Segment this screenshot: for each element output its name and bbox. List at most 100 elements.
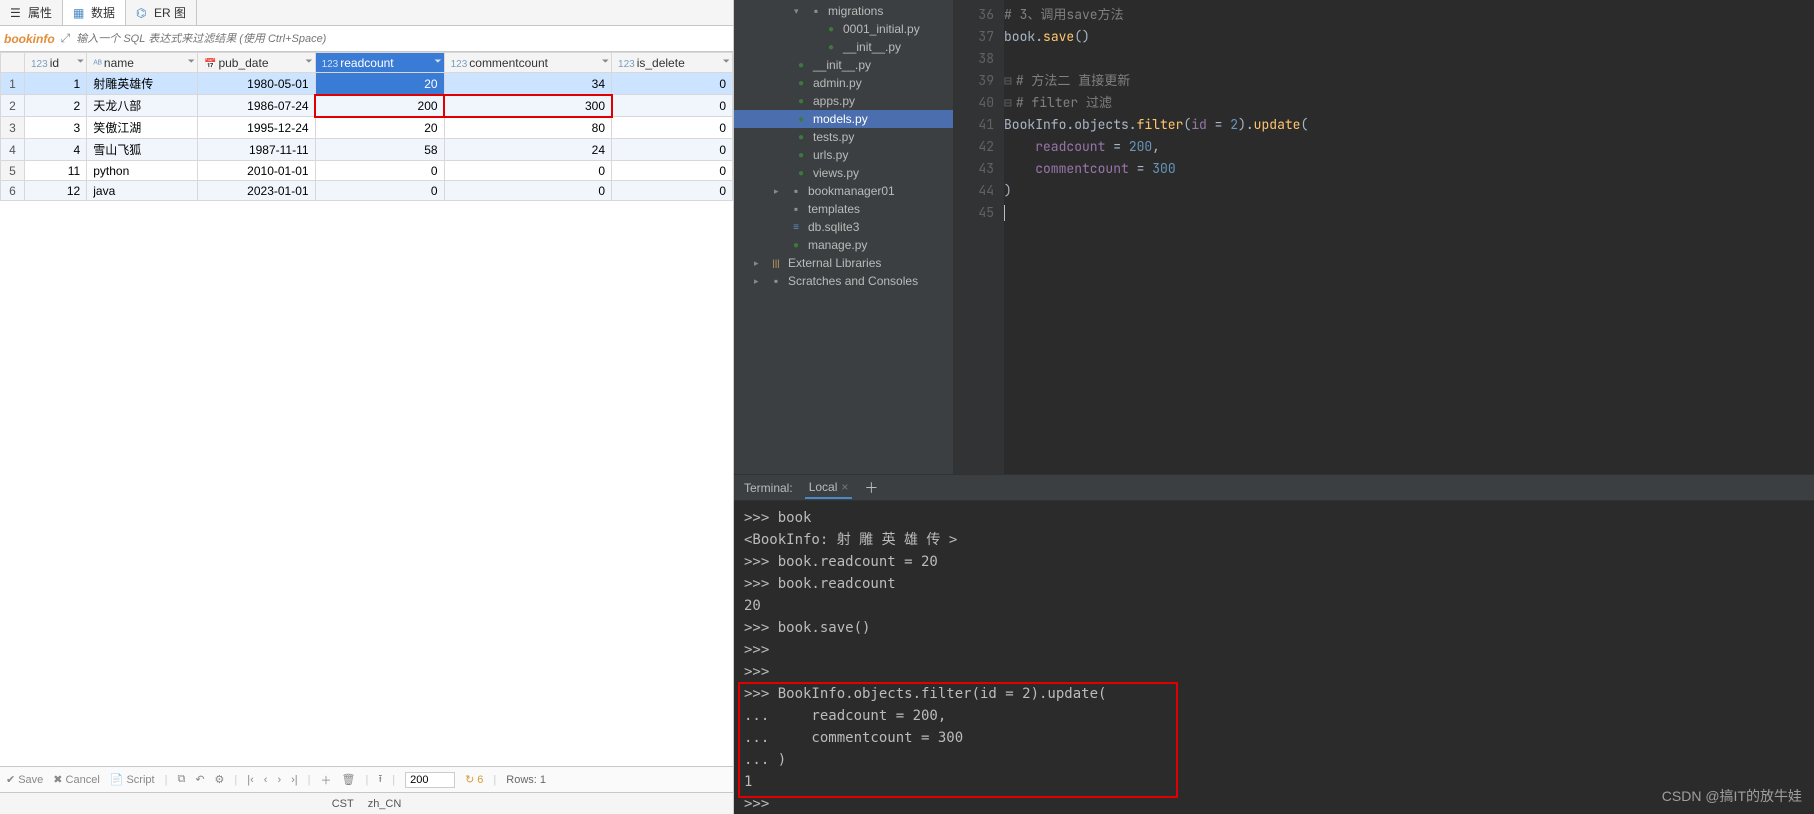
cell-pubdate[interactable]: 2023-01-01 xyxy=(197,181,315,201)
tree-file[interactable]: urls.py xyxy=(734,146,953,164)
col-pubdate[interactable]: 📅pub_date⏷ xyxy=(197,53,315,73)
export-icon[interactable]: ⭱ xyxy=(378,770,382,789)
tree-file[interactable]: apps.py xyxy=(734,92,953,110)
filter-icon[interactable]: ⏷ xyxy=(602,56,609,67)
cell-commentcount[interactable]: 80 xyxy=(444,117,611,139)
rownum-cell[interactable]: 3 xyxy=(1,117,25,139)
next-icon[interactable]: › xyxy=(277,774,281,786)
cell-isdelete[interactable]: 0 xyxy=(612,161,733,181)
cell-value-input[interactable] xyxy=(405,772,455,788)
rownum-cell[interactable]: 5 xyxy=(1,161,25,181)
prev-icon[interactable]: ‹ xyxy=(264,774,268,786)
cell-commentcount[interactable]: 0 xyxy=(444,161,611,181)
cell-readcount[interactable]: 20 xyxy=(315,117,444,139)
cell-id[interactable]: 3 xyxy=(25,117,87,139)
cell-id[interactable]: 2 xyxy=(25,95,87,117)
close-icon[interactable]: × xyxy=(841,480,848,494)
cell-name[interactable]: 射雕英雄传 xyxy=(87,73,198,95)
filter-icon[interactable]: ⏷ xyxy=(434,56,441,67)
duplicate-icon[interactable]: ⧉ xyxy=(177,773,185,786)
table-row[interactable]: 511python2010-01-01000 xyxy=(1,161,733,181)
add-icon[interactable]: ＋ xyxy=(321,772,332,788)
col-name[interactable]: ᴬᴮname⏷ xyxy=(87,53,198,73)
cell-id[interactable]: 12 xyxy=(25,181,87,201)
cell-pubdate[interactable]: 1987-11-11 xyxy=(197,139,315,161)
tree-scratches[interactable]: ▸Scratches and Consoles xyxy=(734,272,953,290)
tree-file-db[interactable]: db.sqlite3 xyxy=(734,218,953,236)
filter-icon[interactable]: ⏷ xyxy=(305,56,312,67)
table-row[interactable]: 33笑傲江湖1995-12-2420800 xyxy=(1,117,733,139)
cell-isdelete[interactable]: 0 xyxy=(612,181,733,201)
project-tree[interactable]: ▾migrations 0001_initial.py __init__.py … xyxy=(734,0,954,474)
save-button[interactable]: ✔ Save xyxy=(6,773,43,786)
rownum-cell[interactable]: 1 xyxy=(1,73,25,95)
tree-file[interactable]: views.py xyxy=(734,164,953,182)
cell-id[interactable]: 4 xyxy=(25,139,87,161)
cell-commentcount[interactable]: 34 xyxy=(444,73,611,95)
filter-icon[interactable]: ⏷ xyxy=(723,56,730,67)
cell-readcount[interactable]: 58 xyxy=(315,139,444,161)
rownum-cell[interactable]: 6 xyxy=(1,181,25,201)
cell-commentcount[interactable]: 0 xyxy=(444,181,611,201)
tree-folder-migrations[interactable]: ▾migrations xyxy=(734,2,953,20)
cell-commentcount[interactable]: 24 xyxy=(444,139,611,161)
delete-icon[interactable]: 🗑 xyxy=(342,773,356,786)
tab-er[interactable]: ⌬ER 图 xyxy=(126,0,197,25)
expand-icon[interactable]: ⤢ xyxy=(61,31,71,46)
cell-pubdate[interactable]: 1995-12-24 xyxy=(197,117,315,139)
first-icon[interactable]: |‹ xyxy=(247,774,254,786)
cancel-button[interactable]: ✖ Cancel xyxy=(53,773,99,786)
undo-icon[interactable]: ↶ xyxy=(195,773,204,786)
cell-name[interactable]: 笑傲江湖 xyxy=(87,117,198,139)
rownum-header[interactable] xyxy=(1,53,25,73)
table-row[interactable]: 612java2023-01-01000 xyxy=(1,181,733,201)
data-grid[interactable]: 123id⏷ ᴬᴮname⏷ 📅pub_date⏷ 123readcount⏷ … xyxy=(0,52,733,766)
script-button[interactable]: 📄 Script xyxy=(110,773,155,786)
tree-file-models[interactable]: models.py xyxy=(734,110,953,128)
col-id[interactable]: 123id⏷ xyxy=(25,53,87,73)
tree-file[interactable]: manage.py xyxy=(734,236,953,254)
terminal-tab-local[interactable]: Local× xyxy=(805,477,853,499)
settings-icon[interactable]: ⚙ xyxy=(215,773,225,786)
tree-folder[interactable]: ▸bookmanager01 xyxy=(734,182,953,200)
cell-id[interactable]: 11 xyxy=(25,161,87,181)
table-row[interactable]: 11射雕英雄传1980-05-0120340 xyxy=(1,73,733,95)
tree-external-libs[interactable]: ▸External Libraries xyxy=(734,254,953,272)
cell-commentcount[interactable]: 300 xyxy=(444,95,611,117)
cell-name[interactable]: 天龙八部 xyxy=(87,95,198,117)
filter-icon[interactable]: ⏷ xyxy=(188,56,195,67)
tree-file[interactable]: __init__.py xyxy=(734,38,953,56)
cell-pubdate[interactable]: 2010-01-01 xyxy=(197,161,315,181)
cell-name[interactable]: 雪山飞狐 xyxy=(87,139,198,161)
terminal-body[interactable]: >>> book<BookInfo: 射 雕 英 雄 传 >>>> book.r… xyxy=(734,501,1814,814)
cell-name[interactable]: java xyxy=(87,181,198,201)
rownum-cell[interactable]: 4 xyxy=(1,139,25,161)
col-commentcount[interactable]: 123commentcount⏷ xyxy=(444,53,611,73)
code-editor[interactable]: 36373839404142434445 # 3、调用save方法book.sa… xyxy=(954,0,1814,474)
cell-isdelete[interactable]: 0 xyxy=(612,73,733,95)
cell-id[interactable]: 1 xyxy=(25,73,87,95)
cell-pubdate[interactable]: 1980-05-01 xyxy=(197,73,315,95)
tab-properties[interactable]: ☰属性 xyxy=(0,0,63,25)
cell-pubdate[interactable]: 1986-07-24 xyxy=(197,95,315,117)
filter-icon[interactable]: ⏷ xyxy=(77,56,84,67)
cell-readcount[interactable]: 200 xyxy=(315,95,444,117)
cell-isdelete[interactable]: 0 xyxy=(612,139,733,161)
code-body[interactable]: # 3、调用save方法book.save() ⊟# 方法二 直接更新⊟# fi… xyxy=(1004,0,1308,474)
last-icon[interactable]: ›| xyxy=(291,774,298,786)
cell-readcount[interactable]: 0 xyxy=(315,181,444,201)
cell-isdelete[interactable]: 0 xyxy=(612,95,733,117)
cell-readcount[interactable]: 20 xyxy=(315,73,444,95)
tree-file[interactable]: __init__.py xyxy=(734,56,953,74)
cell-readcount[interactable]: 0 xyxy=(315,161,444,181)
table-row[interactable]: 22天龙八部1986-07-242003000 xyxy=(1,95,733,117)
add-terminal-button[interactable]: ＋ xyxy=(864,478,878,498)
col-isdelete[interactable]: 123is_delete⏷ xyxy=(612,53,733,73)
tree-file[interactable]: 0001_initial.py xyxy=(734,20,953,38)
tree-folder[interactable]: templates xyxy=(734,200,953,218)
tree-file[interactable]: tests.py xyxy=(734,128,953,146)
sql-filter-input[interactable] xyxy=(76,33,729,45)
rownum-cell[interactable]: 2 xyxy=(1,95,25,117)
col-readcount[interactable]: 123readcount⏷ xyxy=(315,53,444,73)
table-row[interactable]: 44雪山飞狐1987-11-1158240 xyxy=(1,139,733,161)
